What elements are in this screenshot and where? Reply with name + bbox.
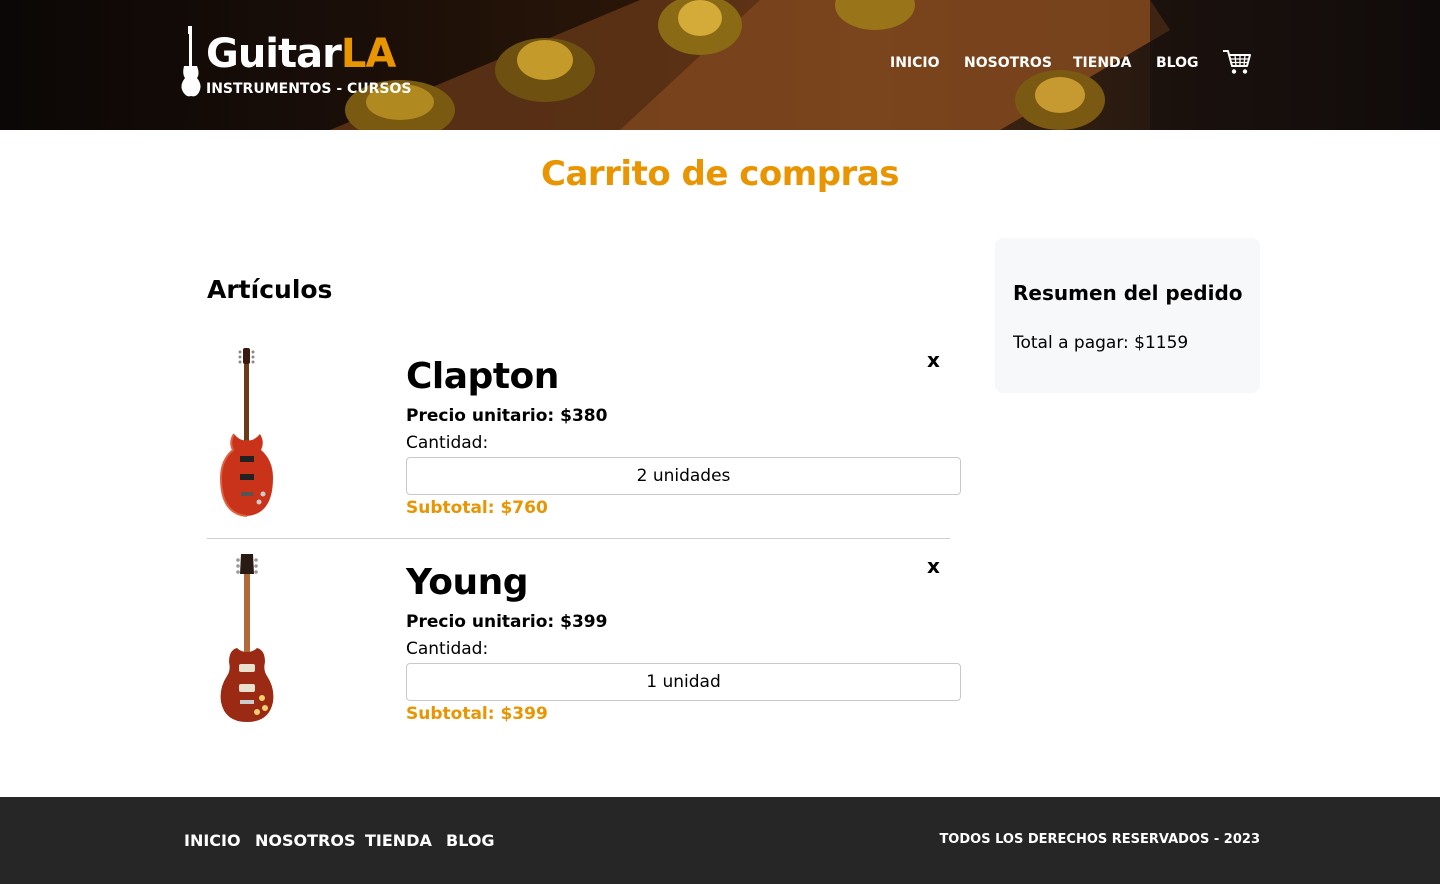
- site-header: GuitarLA INSTRUMENTOS - CURSOS INICIO NO…: [0, 0, 1440, 130]
- footer-link-nosotros[interactable]: NOSOTROS: [255, 831, 355, 850]
- remove-item-button[interactable]: x: [927, 348, 940, 372]
- guitar-logo-icon: [181, 26, 201, 97]
- site-footer: INICIO NOSOTROS TIENDA BLOG TODOS LOS DE…: [0, 797, 1440, 884]
- order-summary: Resumen del pedido Total a pagar: $1159: [995, 238, 1260, 393]
- logo-wordmark: GuitarLA: [206, 31, 396, 77]
- item-quantity-label: Cantidad:: [406, 433, 489, 453]
- nav-link-tienda[interactable]: TIENDA: [1073, 55, 1132, 71]
- nav-link-blog[interactable]: BLOG: [1156, 55, 1199, 71]
- copyright-text: TODOS LOS DERECHOS RESERVADOS - 2023: [939, 832, 1260, 847]
- articles-heading: Artículos: [207, 275, 333, 304]
- product-image-clapton: [219, 348, 273, 517]
- nav-link-nosotros[interactable]: NOSOTROS: [964, 55, 1052, 71]
- item-unit-price: Precio unitario: $399: [406, 612, 608, 632]
- item-subtotal: Subtotal: $760: [406, 498, 548, 518]
- footer-link-inicio[interactable]: INICIO: [184, 831, 241, 850]
- site-logo[interactable]: GuitarLA INSTRUMENTOS - CURSOS: [178, 26, 418, 100]
- shopping-cart-icon[interactable]: [1222, 48, 1252, 76]
- remove-item-button[interactable]: x: [927, 554, 940, 578]
- item-subtotal: Subtotal: $399: [406, 704, 548, 724]
- quantity-select[interactable]: 2 unidades: [406, 457, 961, 495]
- summary-title: Resumen del pedido: [1013, 281, 1243, 305]
- footer-link-blog[interactable]: BLOG: [446, 831, 495, 850]
- nav-link-inicio[interactable]: INICIO: [890, 55, 940, 71]
- item-quantity-label: Cantidad:: [406, 639, 489, 659]
- page-title: Carrito de compras: [541, 154, 900, 194]
- logo-tagline: INSTRUMENTOS - CURSOS: [206, 81, 412, 97]
- quantity-select[interactable]: 1 unidad: [406, 663, 961, 701]
- item-unit-price: Precio unitario: $380: [406, 406, 608, 426]
- summary-total: Total a pagar: $1159: [1013, 333, 1189, 353]
- product-image-young: [220, 554, 274, 722]
- item-name: Clapton: [406, 356, 559, 397]
- footer-link-tienda[interactable]: TIENDA: [365, 831, 432, 850]
- item-name: Young: [406, 562, 529, 603]
- item-divider: [207, 538, 950, 539]
